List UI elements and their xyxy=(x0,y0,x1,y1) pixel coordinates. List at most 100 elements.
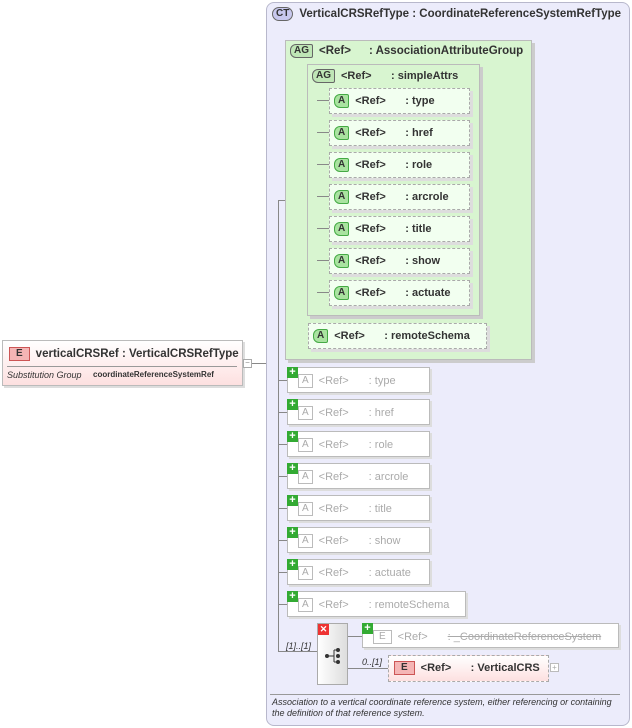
simple-attrs-name: : simpleAttrs xyxy=(391,69,459,82)
attribute-badge: A xyxy=(334,254,350,268)
inherited-attribute-item[interactable]: A <Ref> : show xyxy=(287,527,430,553)
ref-label: <Ref> xyxy=(334,329,365,342)
attribute-item[interactable]: A <Ref> : href xyxy=(329,120,470,146)
attribute-name: : show xyxy=(368,534,401,547)
attribute-item[interactable]: A <Ref> : role xyxy=(329,152,470,178)
attribute-badge: A xyxy=(298,374,313,388)
ref-label: <Ref> xyxy=(318,502,349,515)
attribute-badge: A xyxy=(298,598,313,612)
expand-icon[interactable]: + xyxy=(362,623,373,634)
inherited-attribute-item[interactable]: A <Ref> : href xyxy=(287,399,430,425)
attribute-name: : show xyxy=(405,254,441,267)
attribute-name: : title xyxy=(368,502,392,515)
attribute-badge: A xyxy=(334,158,350,172)
attribute-name: : role xyxy=(368,438,394,451)
inherited-attribute-item[interactable]: A <Ref> : remoteSchema xyxy=(287,591,466,617)
attribute-name: : remoteSchema xyxy=(368,598,450,611)
ref-label: <Ref> xyxy=(318,534,349,547)
choice-multiplicity: [1]..[1] xyxy=(286,641,312,651)
ref-label: <Ref> xyxy=(355,158,386,171)
attribute-group-badge: AG xyxy=(312,69,335,83)
element-box[interactable]: EverticalCRSRef : VerticalCRSRefType Sub… xyxy=(2,340,243,386)
attribute-badge: A xyxy=(334,222,350,236)
attribute-name: : role xyxy=(405,158,433,171)
inherited-attribute-item[interactable]: A <Ref> : type xyxy=(287,367,430,393)
attribute-item[interactable]: A <Ref>: arcrole xyxy=(329,184,470,210)
ref-label: <Ref> xyxy=(319,45,351,58)
attribute-badge: A xyxy=(298,406,313,420)
element-vertical-crs[interactable]: E <Ref> : VerticalCRS xyxy=(388,655,549,682)
complex-type-badge: CT xyxy=(272,7,294,21)
element-coordinate-reference-system[interactable]: E <Ref>: _CoordinateReferenceSystem xyxy=(362,623,619,648)
expand-icon[interactable]: + xyxy=(287,527,298,538)
attribute-badge: A xyxy=(298,534,313,548)
element-name: verticalCRSRef : VerticalCRSRefType xyxy=(35,348,239,361)
attribute-remote-schema[interactable]: A <Ref> : remoteSchema xyxy=(308,323,487,349)
expand-toggle[interactable]: + xyxy=(550,663,559,672)
ref-label: <Ref> xyxy=(355,190,386,203)
ref-label: <Ref> xyxy=(318,566,349,579)
attribute-badge: A xyxy=(334,126,350,140)
substitution-group-label: Substitution Group xyxy=(7,370,82,380)
ref-label: <Ref> xyxy=(355,222,386,235)
complex-type-title: CT VerticalCRSRefType : CoordinateReferen… xyxy=(272,7,628,21)
attribute-name: : type xyxy=(368,374,396,387)
expand-icon[interactable]: + xyxy=(287,591,298,602)
expand-icon[interactable]: + xyxy=(287,399,298,410)
collapse-toggle[interactable]: − xyxy=(243,359,252,368)
attribute-badge: A xyxy=(334,190,350,204)
attribute-name: : title xyxy=(405,222,432,235)
attribute-item[interactable]: A <Ref> : actuate xyxy=(329,280,470,306)
ref-label: <Ref> xyxy=(355,126,386,139)
attribute-item[interactable]: A <Ref> : type xyxy=(329,88,470,114)
element-name: : VerticalCRS xyxy=(470,661,540,674)
attribute-name: : href xyxy=(405,126,433,139)
attribute-badge: A xyxy=(298,438,313,452)
attribute-group-badge: AG xyxy=(290,44,313,58)
element-badge: E xyxy=(9,347,30,361)
inherited-attribute-item[interactable]: A <Ref> : title xyxy=(287,495,430,521)
attribute-name: : actuate xyxy=(368,566,411,579)
ref-label: <Ref> xyxy=(355,254,386,267)
choice-compositor[interactable]: ✕ xyxy=(317,623,348,685)
ref-label: <Ref> xyxy=(397,630,428,643)
attribute-badge: A xyxy=(334,286,350,300)
attribute-name: : actuate xyxy=(405,286,451,299)
expand-icon[interactable]: + xyxy=(287,463,298,474)
ref-label: <Ref> xyxy=(318,598,349,611)
expand-icon[interactable]: + xyxy=(287,559,298,570)
attribute-badge: A xyxy=(298,470,313,484)
expand-icon[interactable]: + xyxy=(287,367,298,378)
ref-label: <Ref> xyxy=(420,661,452,674)
choice-icon xyxy=(325,648,340,664)
ref-label: <Ref> xyxy=(341,69,372,82)
attribute-badge: A xyxy=(298,566,313,580)
ref-label: <Ref> xyxy=(318,406,349,419)
attribute-badge: A xyxy=(313,329,329,343)
attribute-item[interactable]: A <Ref> : title xyxy=(329,216,470,242)
element-name: : _CoordinateReferenceSystem xyxy=(447,630,602,643)
expand-icon[interactable]: + xyxy=(287,431,298,442)
element-badge: E xyxy=(394,661,415,675)
delete-icon[interactable]: ✕ xyxy=(318,624,329,635)
ref-label: <Ref> xyxy=(355,286,386,299)
element-multiplicity: 0..[1] xyxy=(362,657,383,667)
ref-label: <Ref> xyxy=(318,438,349,451)
expand-icon[interactable]: + xyxy=(287,495,298,506)
ref-label: <Ref> xyxy=(355,94,386,107)
description: Association to a vertical coordinate ref… xyxy=(272,697,612,718)
inherited-attribute-item[interactable]: A <Ref> : arcrole xyxy=(287,463,430,489)
attribute-badge: A xyxy=(334,94,350,108)
attribute-name: : remoteSchema xyxy=(384,329,470,342)
attribute-item[interactable]: A <Ref> : show xyxy=(329,248,470,274)
substitution-group-value: coordinateReferenceSystemRef xyxy=(93,370,214,379)
attribute-name: : arcrole xyxy=(368,470,409,483)
attribute-name: : type xyxy=(405,94,435,107)
attribute-group-name: : AssociationAttributeGroup xyxy=(369,45,524,58)
attribute-badge: A xyxy=(298,502,313,516)
inherited-attribute-item[interactable]: A <Ref> : actuate xyxy=(287,559,430,585)
ref-label: <Ref> xyxy=(318,374,349,387)
inherited-attribute-item[interactable]: A <Ref> : role xyxy=(287,431,430,457)
ref-label: <Ref> xyxy=(318,470,349,483)
attribute-name: : href xyxy=(368,406,394,419)
